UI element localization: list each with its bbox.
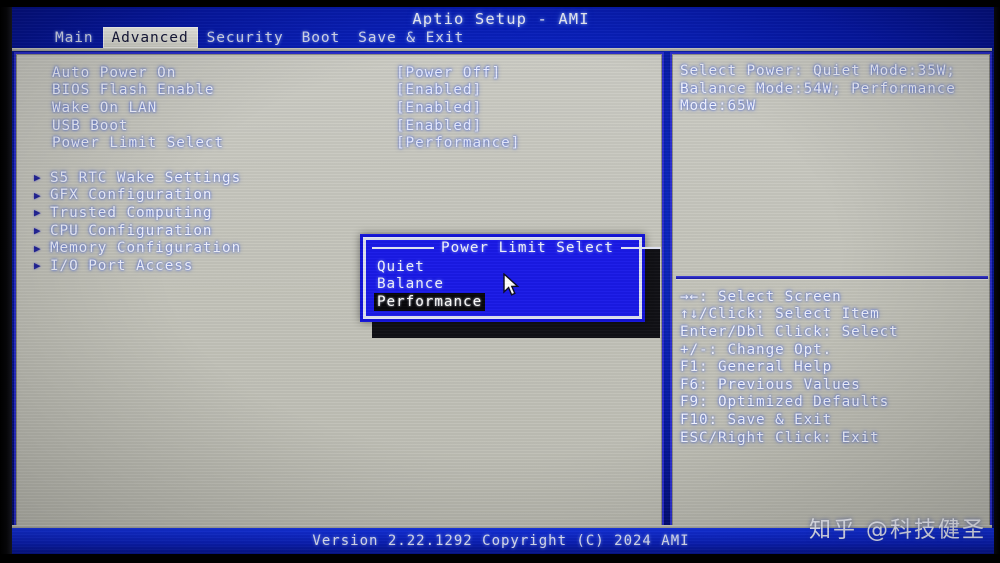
submenu-label: GFX Configuration: [50, 187, 213, 204]
setting-row[interactable]: Wake On LAN: [52, 99, 224, 117]
dialog-option-quiet[interactable]: Quiet: [374, 258, 485, 276]
help-panel-divider: [676, 276, 988, 279]
frame-top-divider: [12, 48, 992, 51]
tab-advanced[interactable]: Advanced: [102, 27, 198, 48]
submenu-item[interactable]: ▶ Memory Configuration: [34, 239, 241, 257]
submenu-label: I/O Port Access: [50, 257, 194, 274]
key-legend-item: ESC/Right Click: Exit: [680, 429, 880, 446]
tab-boot[interactable]: Boot: [293, 27, 350, 48]
submenu-label: Memory Configuration: [50, 240, 242, 257]
setting-value[interactable]: [Performance]: [396, 135, 520, 151]
menu-tab-bar[interactable]: Main Advanced Security Boot Save & Exit: [12, 27, 992, 48]
page-title: Aptio Setup - AMI: [412, 10, 590, 28]
monitor-bezel-left: [0, 0, 12, 563]
triangle-right-icon: ▶: [34, 206, 41, 220]
setting-row[interactable]: Power Limit Select: [52, 134, 224, 152]
settings-label-column: Auto Power On BIOS Flash Enable Wake On LA…: [52, 64, 224, 152]
key-legend-item: ↑↓/Click: Select Item: [680, 306, 880, 323]
setting-label: USB Boot: [52, 117, 129, 134]
setting-value[interactable]: [Enabled]: [396, 100, 482, 116]
setting-value-row[interactable]: [Enabled]: [396, 82, 520, 100]
monitor-bezel-right: [994, 0, 1000, 563]
submenu-item[interactable]: ▶ CPU Configuration: [34, 222, 241, 240]
submenu-item[interactable]: ▶ I/O Port Access: [34, 257, 241, 275]
bios-setup-screen: Aptio Setup - AMI Main Advanced Security Bo…: [0, 0, 1000, 563]
setting-value-row[interactable]: [Performance]: [396, 134, 520, 152]
setting-value-row[interactable]: [Enabled]: [396, 99, 520, 117]
help-description: Select Power: Quiet Mode:35W; Balance Mo…: [680, 63, 956, 115]
setting-label: Auto Power On: [52, 64, 177, 81]
tab-save-exit[interactable]: Save & Exit: [349, 27, 473, 48]
setting-label: BIOS Flash Enable: [52, 82, 215, 99]
submenu-list[interactable]: ▶ S5 RTC Wake Settings ▶ GFX Configuration ▶…: [34, 169, 241, 275]
setting-value-row[interactable]: [Power Off]: [396, 64, 520, 82]
version-text: Version 2.22.1292 Copyright (C) 2024 AMI: [312, 533, 690, 549]
help-panel: Select Power: Quiet Mode:35W; Balance Mo…: [670, 52, 992, 529]
triangle-right-icon: ▶: [34, 241, 41, 255]
key-legend-item: +/-: Change Opt.: [680, 341, 833, 358]
key-legend-item: →←: Select Screen: [680, 288, 842, 305]
key-legend-list: →←: Select Screen ↑↓/Click: Select Item En…: [680, 288, 988, 446]
submenu-label: CPU Configuration: [50, 222, 213, 239]
triangle-right-icon: ▶: [34, 224, 41, 238]
setting-row[interactable]: Auto Power On: [52, 64, 224, 82]
submenu-item[interactable]: ▶ GFX Configuration: [34, 187, 241, 205]
setting-value-row[interactable]: [Enabled]: [396, 117, 520, 135]
setting-value[interactable]: [Power Off]: [396, 65, 501, 81]
dialog-title-row: Power Limit Select: [363, 238, 661, 257]
monitor-bezel-bottom: [0, 554, 1000, 563]
setting-value[interactable]: [Enabled]: [396, 118, 482, 134]
settings-value-column[interactable]: [Power Off] [Enabled] [Enabled] [Enabled] [P…: [396, 64, 520, 152]
setting-value[interactable]: [Enabled]: [396, 82, 482, 98]
key-legend-item: F1: General Help: [680, 359, 833, 376]
triangle-right-icon: ▶: [34, 259, 41, 273]
key-legend-item: F6: Previous Values: [680, 376, 861, 393]
dialog-option-balance[interactable]: Balance: [374, 276, 485, 294]
submenu-label: S5 RTC Wake Settings: [50, 169, 242, 186]
key-legend-item: F9: Optimized Defaults: [680, 394, 890, 411]
triangle-right-icon: ▶: [34, 171, 41, 185]
dialog-option-list[interactable]: Quiet Balance Performance: [374, 258, 486, 311]
tab-main[interactable]: Main: [46, 27, 103, 48]
submenu-label: Trusted Computing: [50, 204, 213, 221]
dialog-option-performance[interactable]: Performance: [374, 293, 486, 311]
dialog-rule-left: [372, 246, 434, 249]
key-legend-item: F10: Save & Exit: [680, 411, 833, 428]
key-legend-item: Enter/Dbl Click: Select: [680, 323, 899, 340]
setting-label: Power Limit Select: [52, 135, 225, 152]
setting-row[interactable]: BIOS Flash Enable: [52, 82, 224, 100]
tab-security[interactable]: Security: [198, 27, 293, 48]
setting-label: Wake On LAN: [52, 99, 158, 116]
dialog-rule-right: [620, 246, 661, 249]
watermark: 知乎 @科技健圣: [809, 518, 986, 543]
mouse-pointer-icon: [503, 272, 520, 301]
monitor-bezel-top: [0, 0, 1000, 7]
triangle-right-icon: ▶: [34, 188, 41, 202]
setting-row[interactable]: USB Boot: [52, 117, 224, 135]
submenu-item[interactable]: ▶ Trusted Computing: [34, 204, 241, 222]
submenu-item[interactable]: ▶ S5 RTC Wake Settings: [34, 169, 241, 187]
dialog-title: Power Limit Select: [441, 239, 614, 256]
